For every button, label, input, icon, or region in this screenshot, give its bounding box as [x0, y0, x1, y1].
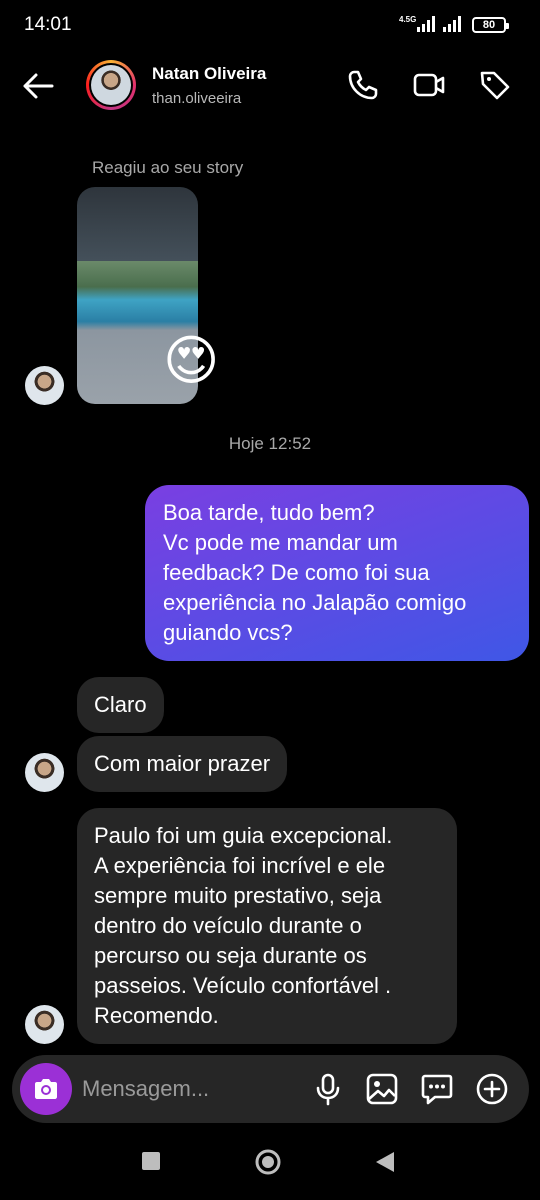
gallery-icon[interactable] — [364, 1071, 400, 1107]
message-input[interactable] — [82, 1065, 302, 1113]
chat-header: Natan Oliveira than.oliveeira — [0, 50, 540, 120]
avatar-image — [91, 65, 131, 105]
incoming-message[interactable]: Claro — [77, 677, 164, 733]
incoming-message[interactable]: Com maior prazer — [77, 736, 288, 792]
add-icon[interactable] — [474, 1071, 510, 1107]
camera-button[interactable] — [20, 1063, 72, 1115]
back-triangle-icon[interactable] — [374, 1150, 396, 1174]
back-arrow-icon[interactable] — [20, 70, 56, 102]
tag-icon[interactable] — [478, 68, 512, 102]
battery-icon: 80 — [472, 17, 509, 33]
sender-avatar[interactable] — [25, 1005, 64, 1044]
recent-apps-icon[interactable] — [140, 1150, 162, 1172]
sticker-chat-icon[interactable] — [419, 1071, 455, 1107]
phone-call-icon[interactable] — [346, 68, 380, 102]
camera-icon — [35, 1079, 57, 1099]
signal-icon-2 — [443, 16, 461, 32]
microphone-icon[interactable] — [310, 1071, 346, 1107]
contact-avatar[interactable] — [86, 60, 136, 110]
status-bar: 14:01 4.5G 80 — [0, 0, 540, 50]
video-call-icon[interactable] — [412, 68, 446, 102]
story-reaction-label: Reagiu ao seu story — [92, 158, 244, 177]
outgoing-message[interactable]: Boa tarde, tudo bem? Vc pode me mandar u… — [145, 485, 529, 661]
signal-icon — [417, 16, 435, 32]
home-icon[interactable] — [254, 1148, 282, 1176]
message-composer — [12, 1055, 529, 1123]
system-navigation-bar — [0, 1130, 540, 1200]
heart-eyes-emoji: 😍 — [163, 331, 220, 391]
contact-name[interactable]: Natan Oliveira — [152, 64, 266, 84]
status-time: 14:01 — [24, 14, 72, 35]
incoming-message[interactable]: Paulo foi um guia excepcional. A experiê… — [77, 808, 457, 1044]
sender-avatar[interactable] — [25, 753, 64, 792]
battery-level: 80 — [482, 19, 496, 31]
message-timestamp: Hoje 12:52 — [228, 434, 312, 453]
contact-handle[interactable]: than.oliveeira — [152, 90, 241, 107]
chat-screen: 14:01 4.5G 80 Natan Oliveira than.olivee… — [0, 0, 540, 1200]
sender-avatar[interactable] — [25, 366, 64, 405]
network-type: 4.5G — [399, 15, 417, 24]
